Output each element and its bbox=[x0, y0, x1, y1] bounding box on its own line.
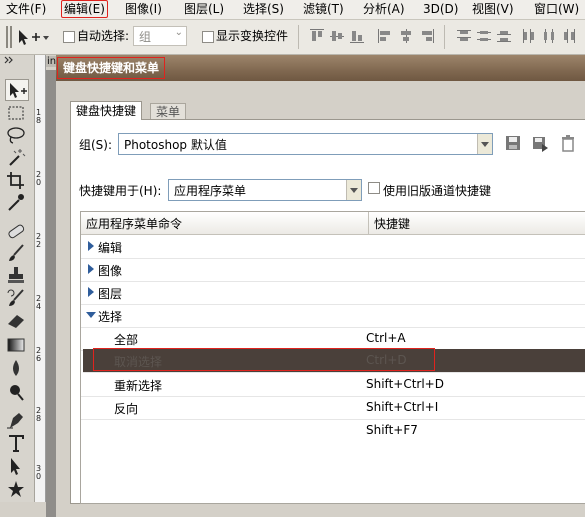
align-horizontal-center-icon[interactable] bbox=[399, 29, 413, 43]
dialog-title-bar[interactable]: 键盘快捷键和菜单 bbox=[56, 55, 585, 81]
menu-select[interactable]: 选择(S) bbox=[243, 1, 284, 17]
divider bbox=[444, 25, 445, 49]
shortcuts-for-label: 快捷键用于(H): bbox=[79, 184, 162, 198]
menu-window[interactable]: 窗口(W) bbox=[534, 1, 579, 17]
table-row[interactable]: 反向 Shift+Ctrl+I bbox=[81, 396, 585, 420]
dialog-title: 键盘快捷键和菜单 bbox=[57, 57, 166, 79]
distribute-horizontal-center-icon[interactable] bbox=[542, 29, 556, 43]
menu-filter[interactable]: 滤镜(T) bbox=[303, 1, 344, 17]
expand-arrow-icon[interactable] bbox=[88, 287, 94, 297]
save-set-as-icon[interactable] bbox=[531, 134, 549, 152]
vertical-ruler: 1 8 2 0 2 2 2 4 2 6 2 8 3 0 bbox=[35, 55, 46, 502]
table-row[interactable]: 图像 bbox=[81, 258, 585, 282]
table-row[interactable]: 重新选择 Shift+Ctrl+D bbox=[81, 373, 585, 397]
table-header: 应用程序菜单命令 快捷键 bbox=[81, 212, 585, 235]
column-divider[interactable] bbox=[368, 212, 369, 234]
marquee-tool-icon[interactable] bbox=[5, 103, 27, 123]
menu-3d[interactable]: 3D(D) bbox=[423, 1, 458, 17]
ruler-mark: 2 4 bbox=[36, 294, 42, 311]
path-selection-tool-icon[interactable] bbox=[5, 456, 27, 476]
shortcut-value[interactable]: Shift+Ctrl+I bbox=[366, 400, 438, 414]
pen-tool-icon[interactable] bbox=[5, 410, 27, 430]
set-label: 组(S): bbox=[79, 138, 113, 152]
move-tool-preset-icon[interactable] bbox=[16, 28, 50, 46]
save-set-icon[interactable] bbox=[504, 134, 522, 152]
collapse-arrow-icon[interactable] bbox=[86, 312, 96, 318]
distribute-left-icon[interactable] bbox=[522, 29, 536, 43]
clone-stamp-tool-icon[interactable] bbox=[5, 265, 27, 285]
menu-layer[interactable]: 图层(L) bbox=[184, 1, 224, 17]
table-row[interactable]: 编辑 bbox=[81, 235, 585, 259]
distribute-bottom-icon[interactable] bbox=[497, 29, 511, 43]
magic-wand-tool-icon[interactable] bbox=[5, 147, 27, 167]
align-left-icon[interactable] bbox=[378, 29, 392, 43]
auto-select-dropdown[interactable]: 组 ⌄ bbox=[133, 26, 187, 46]
collapse-panel-icon[interactable] bbox=[2, 56, 32, 64]
selection-highlight-box bbox=[93, 348, 435, 371]
auto-select-label: 自动选择: bbox=[77, 29, 130, 43]
shortcuts-for-dropdown[interactable]: 应用程序菜单 bbox=[168, 179, 362, 201]
ruler-mark: 2 2 bbox=[36, 232, 42, 249]
shortcut-value[interactable]: Ctrl+A bbox=[366, 331, 406, 345]
show-transform-checkbox[interactable] bbox=[202, 31, 214, 43]
move-tool-icon[interactable] bbox=[5, 79, 29, 101]
crop-tool-icon[interactable] bbox=[5, 170, 27, 190]
column-header-command[interactable]: 应用程序菜单命令 bbox=[86, 215, 182, 232]
options-bar: 自动选择: 组 ⌄ 显示变换控件 bbox=[0, 20, 585, 55]
expand-arrow-icon[interactable] bbox=[88, 241, 94, 251]
chevron-down-icon bbox=[477, 134, 492, 154]
chevron-down-icon bbox=[346, 180, 361, 200]
toolbox bbox=[0, 55, 35, 502]
tab-menus[interactable]: 菜单 bbox=[150, 103, 187, 120]
blur-tool-icon[interactable] bbox=[5, 358, 27, 378]
menu-bar: 文件(F) 编辑(E) 图像(I) 图层(L) 选择(S) 滤镜(T) 分析(A… bbox=[0, 0, 585, 20]
menu-view[interactable]: 视图(V) bbox=[472, 1, 514, 17]
lasso-tool-icon[interactable] bbox=[5, 125, 27, 145]
legacy-channel-checkbox[interactable] bbox=[368, 182, 380, 194]
canvas-area bbox=[46, 70, 56, 517]
history-brush-tool-icon[interactable] bbox=[5, 288, 27, 308]
align-bottom-icon[interactable] bbox=[350, 29, 364, 43]
menu-image[interactable]: 图像(I) bbox=[125, 1, 162, 17]
distribute-right-icon[interactable] bbox=[562, 29, 576, 43]
align-vertical-center-icon[interactable] bbox=[330, 29, 344, 43]
chevron-down-icon: ⌄ bbox=[174, 27, 183, 38]
delete-set-icon[interactable] bbox=[559, 134, 577, 152]
shortcut-value[interactable]: Shift+F7 bbox=[366, 423, 418, 437]
align-right-icon[interactable] bbox=[420, 29, 434, 43]
table-row[interactable]: 选择 bbox=[81, 304, 585, 328]
divider bbox=[298, 25, 299, 49]
legacy-channel-label: 使用旧版通道快捷键 bbox=[383, 184, 492, 198]
brush-tool-icon[interactable] bbox=[5, 243, 27, 263]
eyedropper-tool-icon[interactable] bbox=[5, 192, 27, 212]
menu-edit[interactable]: 编辑(E) bbox=[61, 0, 108, 18]
distribute-top-icon[interactable] bbox=[457, 29, 471, 43]
shortcut-value[interactable]: Shift+Ctrl+D bbox=[366, 377, 444, 391]
table-row[interactable]: Shift+F7 bbox=[81, 419, 585, 442]
align-top-icon[interactable] bbox=[310, 29, 324, 43]
set-dropdown[interactable]: Photoshop 默认值 bbox=[118, 133, 493, 155]
table-row[interactable]: 图层 bbox=[81, 281, 585, 305]
expand-arrow-icon[interactable] bbox=[88, 264, 94, 274]
eraser-tool-icon[interactable] bbox=[5, 310, 27, 330]
healing-brush-tool-icon[interactable] bbox=[5, 221, 27, 241]
tab-keyboard-shortcuts[interactable]: 键盘快捷键 bbox=[70, 101, 143, 120]
gradient-tool-icon[interactable] bbox=[5, 335, 27, 355]
show-transform-label: 显示变换控件 bbox=[216, 29, 289, 43]
ruler-mark: 3 0 bbox=[36, 464, 42, 481]
custom-shape-tool-icon[interactable] bbox=[5, 479, 27, 499]
shortcuts-table: 应用程序菜单命令 快捷键 编辑 图像 图层 选择 全部 Ctrl+A 取消选择 … bbox=[80, 211, 585, 504]
ruler-mark: 2 0 bbox=[36, 170, 42, 187]
dodge-tool-icon[interactable] bbox=[5, 382, 27, 402]
ruler-mark: 2 6 bbox=[36, 346, 42, 363]
menu-file[interactable]: 文件(F) bbox=[6, 1, 46, 17]
distribute-vertical-center-icon[interactable] bbox=[477, 29, 491, 43]
type-tool-icon[interactable] bbox=[5, 433, 27, 453]
menu-analysis[interactable]: 分析(A) bbox=[363, 1, 405, 17]
column-header-shortcut[interactable]: 快捷键 bbox=[374, 215, 410, 232]
ruler-mark: 1 8 bbox=[36, 108, 42, 125]
ruler-mark: 2 8 bbox=[36, 406, 42, 423]
auto-select-checkbox[interactable] bbox=[63, 31, 75, 43]
grip-icon bbox=[6, 26, 12, 48]
